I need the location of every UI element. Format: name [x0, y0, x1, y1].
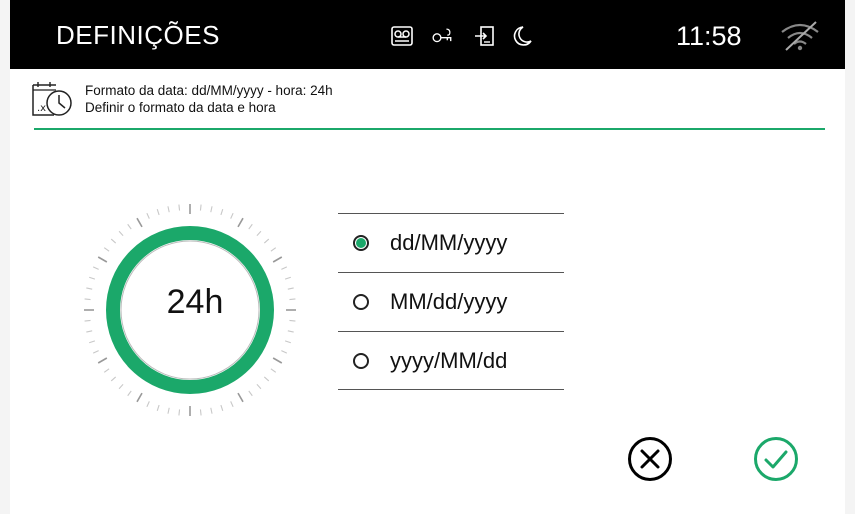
dial-tick: [97, 357, 108, 364]
dial-tick: [110, 238, 117, 244]
dial-tick: [199, 204, 202, 211]
cancel-icon: [628, 437, 672, 481]
page-title: DEFINIÇÕES: [56, 20, 220, 50]
dial-tick: [89, 340, 96, 344]
dial-tick: [86, 287, 93, 290]
dial-tick: [178, 204, 181, 211]
dial-tick: [97, 256, 108, 263]
dial-tick: [110, 376, 117, 382]
option-label: dd/MM/yyyy: [390, 230, 508, 255]
voicemail-icon: [391, 26, 413, 46]
cancel-button[interactable]: [627, 436, 673, 482]
divider: [34, 128, 825, 130]
dial-tick: [156, 404, 160, 411]
dial-tick: [256, 230, 262, 237]
dial-tick: [92, 350, 99, 354]
dial-tick: [118, 230, 124, 237]
dial-tick: [199, 409, 202, 416]
dial-tick: [210, 206, 213, 213]
dial-tick: [289, 298, 296, 301]
dial-tick: [263, 376, 270, 382]
option-divider: [338, 389, 564, 390]
dial-tick: [281, 350, 288, 354]
dial-tick: [220, 404, 224, 411]
top-bar: DEFINIÇÕES 11:58: [10, 0, 845, 69]
dial-tick: [248, 223, 253, 230]
confirm-icon: [754, 437, 798, 481]
clock: 11:58: [676, 21, 742, 51]
setting-summary: Formato da data: dd/MM/yyyy - hora: 24h: [85, 83, 333, 98]
calendar-clock-icon: .x: [32, 82, 72, 116]
dial-tick: [167, 407, 170, 414]
key-icon: [432, 28, 452, 43]
dial-tick: [136, 217, 143, 228]
dial-label: 24h: [166, 283, 224, 321]
confirm-button[interactable]: [753, 436, 799, 482]
dial-tick: [272, 357, 283, 364]
moon-icon: [513, 26, 532, 46]
dial-tick: [84, 319, 91, 322]
option-label: MM/dd/yyyy: [390, 289, 508, 314]
dial-tick: [230, 401, 234, 408]
dial-tick: [281, 266, 288, 270]
dial-tick: [136, 392, 143, 403]
dial-tick: [89, 276, 96, 280]
dial-tick: [146, 401, 150, 408]
wifi-off-icon: [781, 21, 819, 51]
dial-tick: [256, 383, 262, 390]
dial-tick: [287, 287, 294, 290]
dial-tick: [284, 340, 291, 344]
dial-tick: [272, 256, 283, 263]
dial-tick: [220, 209, 224, 216]
dial-tick: [103, 368, 110, 373]
settings-screen: DEFINIÇÕES 11:58 .x Formato da data: dd/…: [10, 0, 845, 514]
door-entry-icon: [475, 26, 494, 46]
dial-tick: [127, 390, 132, 397]
dial-tick: [86, 330, 93, 333]
radio-button[interactable]: [353, 235, 369, 251]
dial-tick: [118, 383, 124, 390]
setting-description: Definir o formato da data e hora: [85, 100, 276, 115]
dial-tick: [263, 238, 270, 244]
dial-tick: [84, 298, 91, 301]
dial-tick: [210, 407, 213, 414]
dial-tick: [127, 223, 132, 230]
option-label: yyyy/MM/dd: [390, 348, 508, 373]
dial-tick: [237, 217, 244, 228]
dial-tick: [287, 330, 294, 333]
dial-tick: [178, 409, 181, 416]
dial-tick: [103, 247, 110, 252]
dial-tick: [289, 319, 296, 322]
dial-tick: [146, 212, 150, 219]
dial-tick: [230, 212, 234, 219]
option-dd-mm-yyyy[interactable]: dd/MM/yyyy: [338, 214, 564, 272]
setting-info: .x Formato da data: dd/MM/yyyy - hora: 2…: [10, 69, 845, 129]
radio-button[interactable]: [353, 353, 369, 369]
svg-text:.x: .x: [37, 103, 46, 114]
dial-tick: [167, 206, 170, 213]
dial-tick: [156, 209, 160, 216]
dial-tick: [284, 276, 291, 280]
dial-tick: [237, 392, 244, 403]
option-yyyy-mm-dd[interactable]: yyyy/MM/dd: [338, 332, 564, 390]
dial-tick: [270, 247, 277, 252]
option-mm-dd-yyyy[interactable]: MM/dd/yyyy: [338, 273, 564, 331]
dial-tick: [92, 266, 99, 270]
radio-button[interactable]: [353, 294, 369, 310]
dial-tick: [270, 368, 277, 373]
dial-tick: [248, 390, 253, 397]
